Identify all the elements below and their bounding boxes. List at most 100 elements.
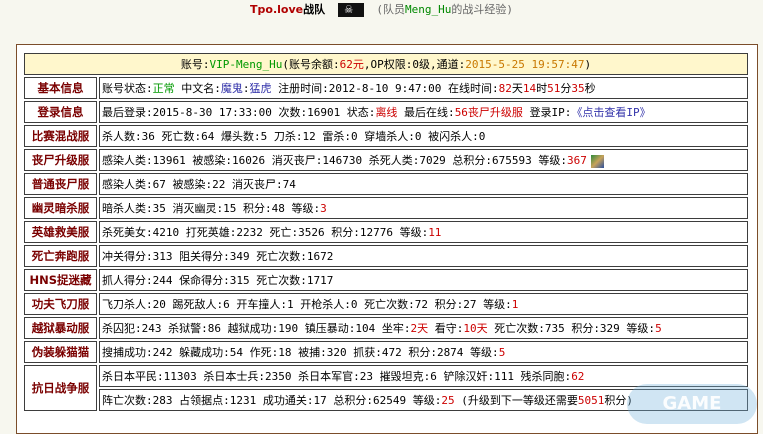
stat-text: 看守: [428,322,463,335]
stat-text: 5 [655,322,662,335]
stat-row: 越狱暴动服杀囚犯:243 杀狱警:86 越狱成功:190 镇压暴动:104 坐牢… [24,317,748,339]
stat-text: 魔鬼 [221,82,243,95]
stat-text: 注册时间:2012-8-10 9:47:00 在线时间: [272,82,499,95]
account-balance: 62元 [340,58,364,71]
stat-row-value: 冲关得分:313 阻关得分:349 死亡次数:1672 [99,245,748,267]
stat-row-value: 账号状态:正常 中文名:魔鬼:猛虎 注册时间:2012-8-10 9:47:00… [99,77,748,99]
stat-row: 幽灵暗杀服暗杀人类:35 消灭幽灵:15 积分:48 等级:3 [24,197,748,219]
stat-text: 飞刀杀人:20 踢死敌人:6 开车撞人:1 开枪杀人:0 死亡次数:72 积分:… [102,298,512,311]
stat-row: 伪装躲猫猫搜捕成功:242 躲藏成功:54 作死:18 被捕:320 抓获:47… [24,341,748,363]
pirate-flag-icon [338,3,364,17]
player-name: Meng_Hu [405,3,451,16]
stat-row-value: 杀死美女:4210 打死英雄:2232 死亡:3526 积分:12776 等级:… [99,221,748,243]
stat-text: 分 [560,82,571,95]
stat-row-value: 杀囚犯:243 杀狱警:86 越狱成功:190 镇压暴动:104 坐牢:2天 看… [99,317,748,339]
account-id: VIP-Meng_Hu [210,58,283,71]
stat-text: 冲关得分:313 阻关得分:349 死亡次数:1672 [102,250,333,263]
stat-text[interactable]: 《点击查看IP》 [571,106,650,119]
stat-text: 2天 [410,322,428,335]
stat-text: (升级到下一等级还需要 [455,394,578,407]
team-suffix: 战队 [303,3,325,16]
stat-text: 杀死美女:4210 打死英雄:2232 死亡:3526 积分:12776 等级: [102,226,428,239]
stat-text: 感染人类:13961 被感染:16026 消灭丧尸:146730 杀死人类:70… [102,154,567,167]
stat-row: 抗日战争服杀日本平民:11303 杀日本士兵:2350 杀日本军官:23 摧毁坦… [24,365,748,387]
stat-row-value: 抓人得分:244 保命得分:315 死亡次数:1717 [99,269,748,291]
stat-text: 时 [536,82,547,95]
stat-text: 感染人类:67 被感染:22 消灭丧尸:74 [102,178,296,191]
stat-text: 25 [441,394,454,407]
account-row: 账号:VIP-Meng_Hu(账号余额:62元,OP权限:0级,通道:2015-… [24,53,748,75]
stat-row: HNS捉迷藏抓人得分:244 保命得分:315 死亡次数:1717 [24,269,748,291]
stat-text: 杀日本平民:11303 杀日本士兵:2350 杀日本军官:23 摧毁坦克:6 铲… [102,370,571,383]
stat-text: 天 [512,82,523,95]
stat-row-label: 功夫飞刀服 [24,293,97,315]
stat-row: 丧尸升级服感染人类:13961 被感染:16026 消灭丧尸:146730 杀死… [24,149,748,171]
stat-row: 死亡奔跑服冲关得分:313 阻关得分:349 死亡次数:1672 [24,245,748,267]
stat-text: 阵亡次数:283 占领据点:1231 成功通关:17 总积分:62549 等级: [102,394,441,407]
watermark-logo: GAME [627,384,757,424]
stat-row-label: 登录信息 [24,101,97,123]
stat-text: 账号状态: [102,82,153,95]
stat-text: 56丧尸升级服 [455,106,523,119]
stat-text: 最后在线: [397,106,454,119]
stat-row: 比赛混战服杀人数:36 死亡数:64 爆头数:5 刀杀:12 雷杀:0 穿墙杀人… [24,125,748,147]
stat-text: 35 [571,82,584,95]
stat-text: 3 [320,202,327,215]
stat-row-label: 比赛混战服 [24,125,97,147]
stat-text: 中文名: [175,82,221,95]
stat-text: 5 [499,346,506,359]
stat-text: 51 [547,82,560,95]
stat-text: 秒 [585,82,596,95]
stat-row-value: 暗杀人类:35 消灭幽灵:15 积分:48 等级:3 [99,197,748,219]
stat-text: 11 [428,226,441,239]
stat-row-label: 基本信息 [24,77,97,99]
stat-text: 离线 [375,106,397,119]
stat-row-label: 伪装躲猫猫 [24,341,97,363]
stat-text: 搜捕成功:242 躲藏成功:54 作死:18 被捕:320 抓获:472 积分:… [102,346,499,359]
stat-text: 10天 [463,322,487,335]
stat-row-label: HNS捉迷藏 [24,269,97,291]
stat-row-label: 丧尸升级服 [24,149,97,171]
header-subtitle: (队员Meng_Hu的战斗经验) [376,3,513,16]
stat-text: 14 [523,82,536,95]
stat-text: 62 [571,370,584,383]
stat-text: 杀人数:36 死亡数:64 爆头数:5 刀杀:12 雷杀:0 穿墙杀人:0 被闪… [102,130,485,143]
stat-text: 猛虎 [250,82,272,95]
stat-text: 正常 [153,82,175,95]
stat-row-label: 死亡奔跑服 [24,245,97,267]
stat-row-value: 搜捕成功:242 躲藏成功:54 作死:18 被捕:320 抓获:472 积分:… [99,341,748,363]
stat-text: : [243,82,250,95]
op-level: 0级 [412,58,430,71]
stat-row-value: 最后登录:2015-8-30 17:33:00 次数:16901 状态:离线 最… [99,101,748,123]
stat-row-label: 越狱暴动服 [24,317,97,339]
account-datetime: 2015-5-25 19:57:47 [465,58,584,71]
stat-text: 杀囚犯:243 杀狱警:86 越狱成功:190 镇压暴动:104 坐牢: [102,322,410,335]
stat-row-label: 英雄救美服 [24,221,97,243]
stat-text: 367 [567,154,587,167]
rank-badge-icon [591,155,604,168]
stats-table: 账号:VIP-Meng_Hu(账号余额:62元,OP权限:0级,通道:2015-… [22,51,750,413]
stat-text: 5051 [578,394,605,407]
team-name: Tpo.love [250,3,303,16]
page-header: Tpo.love战队 (队员Meng_Hu的战斗经验) [0,0,763,20]
stat-row-label: 幽灵暗杀服 [24,197,97,219]
account-summary: 账号:VIP-Meng_Hu(账号余额:62元,OP权限:0级,通道:2015-… [24,53,748,75]
stat-row: 普通丧尸服感染人类:67 被感染:22 消灭丧尸:74 [24,173,748,195]
stat-text: 最后登录:2015-8-30 17:33:00 次数:16901 状态: [102,106,375,119]
stat-row: 登录信息最后登录:2015-8-30 17:33:00 次数:16901 状态:… [24,101,748,123]
stat-text: 死亡次数:735 积分:329 等级: [488,322,655,335]
stat-row: 功夫飞刀服飞刀杀人:20 踢死敌人:6 开车撞人:1 开枪杀人:0 死亡次数:7… [24,293,748,315]
stat-text: 登录IP: [523,106,572,119]
stat-row-value: 杀人数:36 死亡数:64 爆头数:5 刀杀:12 雷杀:0 穿墙杀人:0 被闪… [99,125,748,147]
stat-row-label: 抗日战争服 [24,365,97,411]
stat-row-value: 感染人类:67 被感染:22 消灭丧尸:74 [99,173,748,195]
stat-row-value: 感染人类:13961 被感染:16026 消灭丧尸:146730 杀死人类:70… [99,149,748,171]
stat-row: 基本信息账号状态:正常 中文名:魔鬼:猛虎 注册时间:2012-8-10 9:4… [24,77,748,99]
stat-text: 暗杀人类:35 消灭幽灵:15 积分:48 等级: [102,202,320,215]
stat-row-value: 飞刀杀人:20 踢死敌人:6 开车撞人:1 开枪杀人:0 死亡次数:72 积分:… [99,293,748,315]
stat-text: 82 [499,82,512,95]
stat-text: 1 [512,298,519,311]
stat-text: 抓人得分:244 保命得分:315 死亡次数:1717 [102,274,333,287]
stat-row: 英雄救美服杀死美女:4210 打死英雄:2232 死亡:3526 积分:1277… [24,221,748,243]
stat-row-label: 普通丧尸服 [24,173,97,195]
